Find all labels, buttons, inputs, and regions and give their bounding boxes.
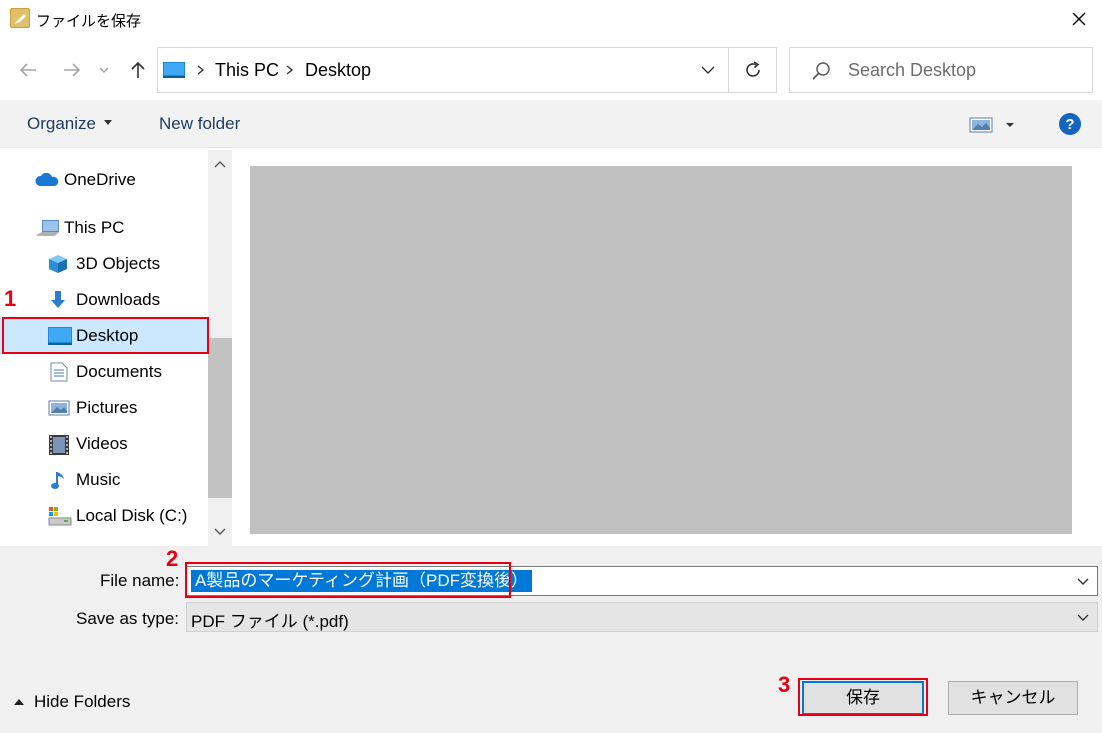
search-box[interactable] <box>789 47 1093 93</box>
step-2-highlight <box>185 562 511 598</box>
address-bar[interactable]: This PC Desktop <box>157 47 777 93</box>
scroll-down-button[interactable] <box>208 518 232 546</box>
savetype-select[interactable]: PDF ファイル (*.pdf) <box>186 602 1098 632</box>
nav-item-label: Downloads <box>76 290 161 309</box>
scroll-up-button[interactable] <box>208 150 232 178</box>
change-view-button[interactable] <box>968 114 1020 136</box>
app-icon <box>10 8 30 28</box>
new-folder-button[interactable]: New folder <box>159 114 240 134</box>
hide-folders-label: Hide Folders <box>34 692 131 711</box>
chevron-up-icon <box>14 699 24 705</box>
filename-label: File name: <box>100 571 180 590</box>
refresh-button[interactable] <box>728 48 776 92</box>
save-options-panel: File name: A製品のマーケティング計画（PDF変換後） Save as… <box>0 546 1102 733</box>
nav-item-label: Videos <box>76 434 128 453</box>
hide-folders-button[interactable]: Hide Folders <box>14 692 130 712</box>
nav-item-videos[interactable]: Videos <box>0 426 208 462</box>
help-icon: ? <box>1059 113 1081 135</box>
step-3-highlight <box>798 678 928 716</box>
chevron-up-icon <box>214 161 226 168</box>
back-button[interactable] <box>14 52 42 88</box>
nav-item-onedrive[interactable]: OneDrive <box>0 162 208 198</box>
nav-item-label: OneDrive <box>64 170 136 189</box>
window-title: ファイルを保存 <box>36 13 142 30</box>
search-icon <box>810 60 832 82</box>
nav-item-label: Local Disk (C:) <box>76 506 188 525</box>
refresh-icon <box>745 61 760 77</box>
toolbar: Organize New folder ? <box>0 100 1102 148</box>
step-2-number: 2 <box>166 546 179 571</box>
onedrive-icon <box>34 170 59 190</box>
new-folder-label: New folder <box>159 114 241 133</box>
nav-item-label: Music <box>76 470 121 489</box>
nav-item-label: This PC <box>64 218 125 237</box>
cancel-button[interactable]: キャンセル <box>948 681 1078 715</box>
local-disk-icon <box>48 506 72 526</box>
file-list-content <box>250 166 1072 534</box>
back-arrow-icon <box>19 63 36 77</box>
chevron-down-icon <box>214 528 226 535</box>
search-input[interactable] <box>848 58 1078 82</box>
nav-item-downloads[interactable]: Downloads <box>0 282 208 318</box>
this-pc-icon <box>36 218 59 238</box>
breadcrumb-separator-icon <box>194 60 208 80</box>
file-list-pane[interactable] <box>234 150 1102 546</box>
up-arrow-icon <box>131 61 145 78</box>
pictures-icon <box>48 398 70 418</box>
address-dropdown-button[interactable] <box>688 48 728 92</box>
savetype-label: Save as type: <box>76 609 180 628</box>
step-1-highlight <box>2 317 209 354</box>
chevron-down-icon[interactable] <box>1075 573 1091 589</box>
recent-locations-button[interactable] <box>94 52 114 88</box>
svg-text:?: ? <box>1065 116 1074 133</box>
nav-item-local-disk[interactable]: Local Disk (C:) <box>0 498 208 534</box>
scroll-thumb[interactable] <box>208 338 232 498</box>
nav-item-documents[interactable]: Documents <box>0 354 208 390</box>
up-button[interactable] <box>124 52 152 88</box>
documents-icon <box>50 362 70 382</box>
forward-arrow-icon <box>64 63 81 77</box>
videos-icon <box>48 434 69 455</box>
title-bar: ファイルを保存 <box>0 0 1102 38</box>
organize-label: Organize <box>27 114 96 133</box>
breadcrumb-separator-icon <box>283 60 297 80</box>
breadcrumb-desktop[interactable]: Desktop <box>305 60 371 81</box>
step-1-number: 1 <box>4 286 17 311</box>
close-button[interactable] <box>1056 0 1102 38</box>
downloads-icon <box>48 290 68 310</box>
chevron-down-icon <box>701 66 715 74</box>
chevron-down-icon <box>99 67 109 73</box>
nav-scrollbar[interactable] <box>208 150 232 546</box>
nav-item-this-pc[interactable]: This PC <box>0 210 208 246</box>
breadcrumb-this-pc[interactable]: This PC <box>215 60 279 81</box>
3d-objects-icon <box>48 254 68 274</box>
step-3-number: 3 <box>778 672 791 697</box>
nav-item-label: Documents <box>76 362 162 381</box>
close-icon <box>1072 12 1086 26</box>
chevron-down-icon <box>1075 609 1091 625</box>
forward-button[interactable] <box>58 52 86 88</box>
music-icon <box>50 470 70 490</box>
nav-item-music[interactable]: Music <box>0 462 208 498</box>
savetype-value: PDF ファイル (*.pdf) <box>191 612 349 631</box>
nav-item-label: Pictures <box>76 398 138 417</box>
organize-button[interactable]: Organize <box>27 114 112 134</box>
view-icon <box>969 117 1014 133</box>
nav-item-label: 3D Objects <box>76 254 161 273</box>
dropdown-arrow-icon <box>103 120 112 126</box>
desktop-icon <box>163 62 185 78</box>
help-button[interactable]: ? <box>1058 112 1082 136</box>
nav-item-3d-objects[interactable]: 3D Objects <box>0 246 208 282</box>
nav-item-pictures[interactable]: Pictures <box>0 390 208 426</box>
